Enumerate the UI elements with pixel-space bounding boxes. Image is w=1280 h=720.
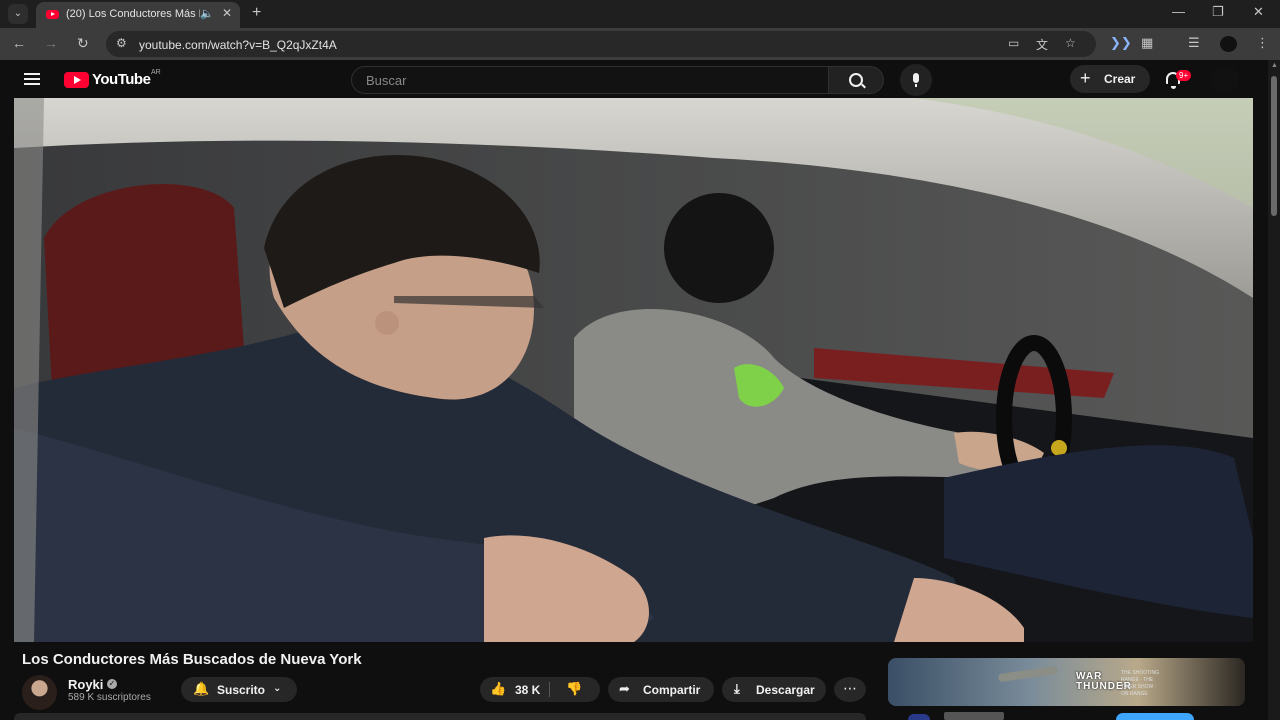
browser-tab-strip: ⌄ (20) Los Conductores Más Buscados de N… xyxy=(0,0,1280,28)
scroll-up-icon[interactable]: ▲ xyxy=(1271,62,1278,69)
voice-search-button[interactable] xyxy=(900,64,932,96)
translate-icon[interactable]: 文 xyxy=(1036,36,1048,53)
like-count[interactable]: 38 K xyxy=(515,683,540,697)
bell-icon: 🔔 xyxy=(193,681,210,696)
kebab-icon[interactable]: ⋮ xyxy=(1256,35,1269,51)
subscribed-label: Suscrito xyxy=(217,683,266,697)
microphone-icon xyxy=(913,73,919,87)
ad-cta-button[interactable] xyxy=(1116,713,1194,720)
tune-icon[interactable]: ⚙ xyxy=(116,36,127,50)
cast-icon[interactable]: ▭ xyxy=(1008,36,1019,50)
minimize-icon[interactable]: — xyxy=(1172,4,1185,19)
description-box[interactable] xyxy=(14,713,866,720)
notification-badge: 9+ xyxy=(1176,70,1192,81)
youtube-masthead: YouTube AR + Crear xyxy=(0,60,1268,98)
more-actions-icon[interactable]: ⋯ xyxy=(834,677,866,702)
arrow-right-icon[interactable]: → xyxy=(44,34,58,52)
country-code: AR xyxy=(151,69,161,76)
search-input[interactable] xyxy=(351,66,828,94)
share-label: Compartir xyxy=(643,683,701,697)
url-text: youtube.com/watch?v=B_Q2qJxZt4A xyxy=(139,38,337,52)
share-icon: ➦ xyxy=(619,681,630,696)
arrow-left-icon[interactable]: ← xyxy=(12,34,26,52)
create-label: Crear xyxy=(1104,72,1136,86)
speaker-icon[interactable]: 🔈 xyxy=(200,7,214,20)
ad-advertiser-avatar[interactable] xyxy=(908,714,930,720)
address-bar[interactable]: ⚙ youtube.com/watch?v=B_Q2qJxZt4A ▭ 文 ☆ xyxy=(106,31,1096,57)
media-icon[interactable]: ❯❯ xyxy=(1110,35,1132,51)
subscribed-button[interactable]: 🔔 Suscrito ⌄ xyxy=(181,677,297,702)
ad-advertiser-name xyxy=(944,712,1004,720)
close-icon[interactable]: ✕ xyxy=(222,6,232,20)
ad-tagline: THE SHOOTING RANGE · THE TIGER SHOW · ON… xyxy=(1121,670,1160,697)
video-title: Los Conductores Más Buscados de Nueva Yo… xyxy=(22,651,362,668)
thumbs-down-icon[interactable]: 👎 xyxy=(566,682,582,696)
chevron-down-icon: ⌄ xyxy=(273,683,282,694)
account-avatar[interactable] xyxy=(1212,66,1239,93)
download-label: Descargar xyxy=(756,683,815,697)
thumbs-up-icon[interactable]: 👍 xyxy=(490,682,506,696)
search-icon xyxy=(849,73,863,87)
download-icon: ⤓ xyxy=(734,681,740,696)
youtube-favicon-icon xyxy=(46,10,59,19)
youtube-logo-icon[interactable] xyxy=(64,72,89,88)
profile-avatar[interactable] xyxy=(1220,36,1237,52)
like-divider xyxy=(549,682,550,697)
download-button[interactable]: ⤓ Descargar xyxy=(722,677,826,702)
subscriber-count: 589 K suscriptores xyxy=(68,692,151,703)
page-scrollbar[interactable]: ▲ xyxy=(1268,60,1280,720)
scroll-thumb[interactable] xyxy=(1271,76,1277,216)
window-close-icon[interactable]: ✕ xyxy=(1253,4,1264,20)
share-button[interactable]: ➦ Compartir xyxy=(608,677,714,702)
reading-list-icon[interactable]: ☰ xyxy=(1188,35,1200,51)
video-player[interactable] xyxy=(14,98,1253,642)
channel-avatar[interactable] xyxy=(22,675,57,710)
video-frame xyxy=(14,98,1253,642)
menu-icon[interactable] xyxy=(24,73,40,85)
puzzle-icon[interactable]: ▦ xyxy=(1141,35,1153,51)
chevron-down-icon[interactable]: ⌄ xyxy=(8,4,28,24)
channel-name[interactable]: Royki xyxy=(68,677,103,692)
star-icon[interactable]: ☆ xyxy=(1065,36,1076,50)
tab-title: (20) Los Conductores Más Buscados de Nue… xyxy=(66,8,200,20)
browser-toolbar: ← → ↻ ⚙ youtube.com/watch?v=B_Q2qJxZt4A … xyxy=(0,28,1280,60)
like-dislike-group: 👍 38 K 👎 xyxy=(480,677,600,702)
jet-illustration xyxy=(997,665,1059,683)
reload-icon[interactable]: ↻ xyxy=(77,34,89,52)
plus-icon: + xyxy=(1080,68,1091,88)
verified-icon: ✓ xyxy=(107,679,117,689)
youtube-logo-text[interactable]: YouTube xyxy=(92,71,151,88)
sidebar-ad-thumbnail[interactable]: WAR THUNDER THE SHOOTING RANGE · THE TIG… xyxy=(888,658,1245,706)
search-button[interactable] xyxy=(828,66,884,94)
plus-icon[interactable]: + xyxy=(252,4,261,22)
browser-tab[interactable]: (20) Los Conductores Más Buscados de Nue… xyxy=(36,2,240,28)
restore-icon[interactable]: ❐ xyxy=(1212,4,1224,20)
create-button[interactable]: + Crear xyxy=(1070,65,1150,93)
